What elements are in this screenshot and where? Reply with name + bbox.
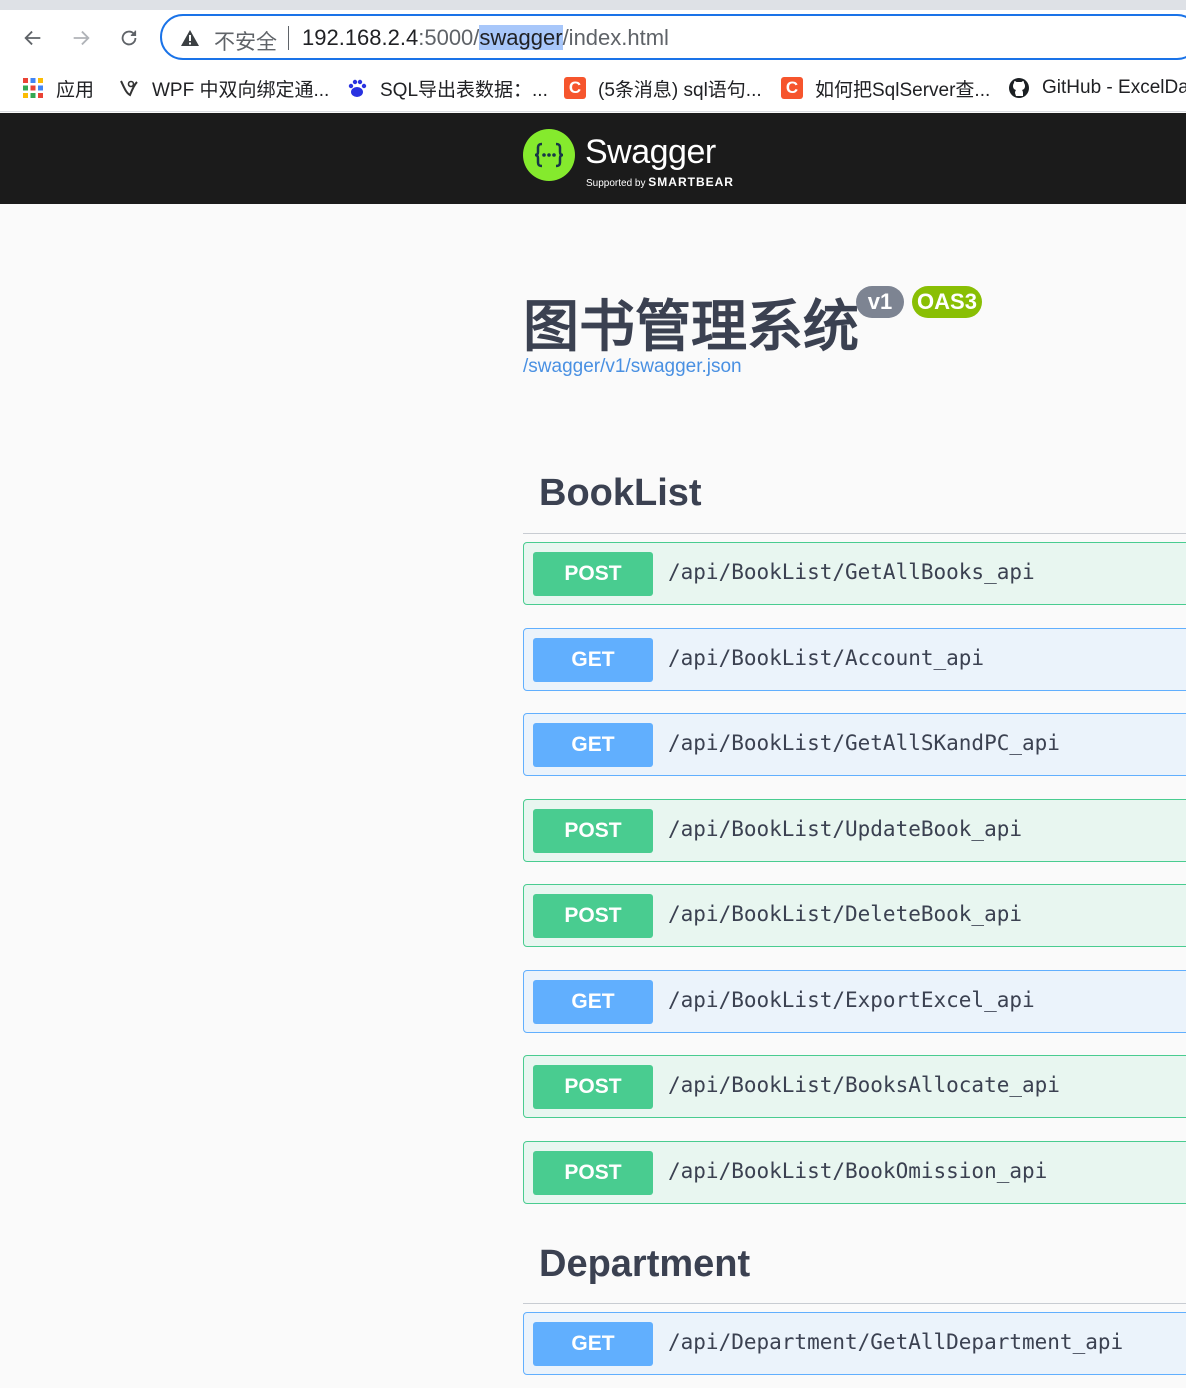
forward-button[interactable] bbox=[63, 20, 99, 56]
method-badge: POST bbox=[533, 894, 653, 938]
bookmark-label: WPF 中双向绑定通... bbox=[152, 79, 330, 101]
operation-row[interactable]: GET /api/BookList/ExportExcel_api bbox=[523, 970, 1186, 1033]
section-divider bbox=[523, 1303, 1186, 1304]
operation-path: /api/BookList/GetAllBooks_api bbox=[668, 560, 1035, 584]
forward-arrow-icon bbox=[73, 30, 90, 46]
api-title: 图书管理系统 bbox=[523, 295, 859, 358]
operation-path: /api/BookList/DeleteBook_api bbox=[668, 902, 1023, 926]
csdn-icon: C bbox=[564, 77, 586, 99]
baidu-paw-icon bbox=[346, 77, 368, 99]
tab-strip bbox=[0, 0, 1186, 10]
operation-path: /api/BookList/ExportExcel_api bbox=[668, 988, 1035, 1012]
section-department-title[interactable]: Department bbox=[539, 1243, 750, 1286]
operation-row[interactable]: POST /api/BookList/UpdateBook_api bbox=[523, 799, 1186, 862]
method-badge: GET bbox=[533, 638, 653, 682]
back-arrow-icon bbox=[24, 30, 41, 46]
warning-icon bbox=[181, 30, 199, 46]
security-status: 不安全 bbox=[214, 31, 277, 54]
browser-toolbar: 不安全 192.168.2.4:5000/swagger/index.html bbox=[0, 10, 1186, 66]
bookmark-label: GitHub - ExcelDa bbox=[1042, 77, 1186, 98]
bookmark-label: SQL导出表数据：... bbox=[380, 79, 548, 101]
operation-path: /api/BookList/UpdateBook_api bbox=[668, 817, 1023, 841]
bookmark-wpf[interactable]: WPF 中双向绑定通... bbox=[118, 74, 329, 102]
bookmarks-bar: 应用 WPF 中双向绑定通... SQL导出表数据：... C (5条消息) s… bbox=[0, 66, 1186, 112]
bookmark-github[interactable]: GitHub - ExcelDa bbox=[1008, 74, 1186, 102]
version-badge: v1 bbox=[856, 286, 904, 318]
bookmark-site-icon bbox=[118, 77, 140, 99]
operation-path: /api/BookList/Account_api bbox=[668, 646, 985, 670]
method-badge: POST bbox=[533, 1065, 653, 1109]
supported-by-text: Supported by bbox=[586, 178, 646, 189]
operation-path: /api/BookList/GetAllSKandPC_api bbox=[668, 731, 1060, 755]
method-badge: POST bbox=[533, 809, 653, 853]
method-badge: GET bbox=[533, 1322, 653, 1366]
operation-row[interactable]: POST /api/BookList/BookOmission_api bbox=[523, 1141, 1186, 1204]
bookmark-label: 如何把SqlServer查... bbox=[815, 79, 991, 101]
url-port: :5000/ bbox=[418, 25, 480, 50]
bookmark-label: (5条消息) sql语句... bbox=[598, 79, 762, 101]
operation-row[interactable]: GET /api/BookList/Account_api bbox=[523, 628, 1186, 691]
operation-path: /api/BookList/BookOmission_api bbox=[668, 1159, 1048, 1183]
bookmark-sql-export[interactable]: SQL导出表数据：... bbox=[346, 74, 548, 102]
section-booklist-title[interactable]: BookList bbox=[539, 472, 702, 515]
url-host: 192.168.2.4 bbox=[302, 25, 419, 50]
operation-row[interactable]: POST /api/BookList/DeleteBook_api bbox=[523, 884, 1186, 947]
operation-path: /api/BookList/BooksAllocate_api bbox=[668, 1073, 1060, 1097]
bookmark-apps[interactable]: 应用 bbox=[22, 74, 94, 102]
operation-path: /api/Department/GetAllDepartment_api bbox=[668, 1330, 1124, 1354]
url-path: /index.html bbox=[562, 25, 669, 50]
csdn-icon: C bbox=[781, 77, 803, 99]
reload-icon bbox=[121, 30, 137, 46]
swagger-supported-by: Supported by SMARTBEAR bbox=[586, 175, 734, 189]
method-badge: POST bbox=[533, 552, 653, 596]
omnibox-divider bbox=[288, 26, 289, 50]
bookmark-label: 应用 bbox=[56, 79, 95, 101]
back-button[interactable] bbox=[15, 20, 51, 56]
github-icon bbox=[1008, 77, 1030, 99]
bookmark-sql-statement[interactable]: C (5条消息) sql语句... bbox=[564, 74, 762, 102]
swagger-brand: Swagger bbox=[585, 133, 716, 171]
reload-button[interactable] bbox=[111, 20, 147, 56]
operation-row[interactable]: POST /api/BookList/GetAllBooks_api bbox=[523, 542, 1186, 605]
swagger-logo-icon[interactable] bbox=[523, 129, 575, 181]
method-badge: GET bbox=[533, 723, 653, 767]
swagger-topbar: Swagger Supported by SMARTBEAR bbox=[0, 113, 1186, 204]
operation-row[interactable]: GET /api/BookList/GetAllSKandPC_api bbox=[523, 713, 1186, 776]
bookmark-sqlserver[interactable]: C 如何把SqlServer查... bbox=[781, 74, 990, 102]
operation-row[interactable]: POST /api/BookList/BooksAllocate_api bbox=[523, 1055, 1186, 1118]
method-badge: POST bbox=[533, 1151, 653, 1195]
url-text: 192.168.2.4:5000/swagger/index.html bbox=[302, 25, 669, 51]
operation-row[interactable]: GET /api/Department/GetAllDepartment_api bbox=[523, 1312, 1186, 1375]
smartbear-text: SMARTBEAR bbox=[648, 175, 734, 189]
apps-grid-icon bbox=[22, 77, 44, 99]
spec-link[interactable]: /swagger/v1/swagger.json bbox=[523, 356, 742, 378]
address-bar[interactable]: 不安全 192.168.2.4:5000/swagger/index.html bbox=[160, 14, 1186, 60]
section-divider bbox=[523, 533, 1186, 534]
oas-badge: OAS3 bbox=[912, 286, 982, 318]
url-selection: swagger bbox=[479, 25, 563, 50]
method-badge: GET bbox=[533, 980, 653, 1024]
